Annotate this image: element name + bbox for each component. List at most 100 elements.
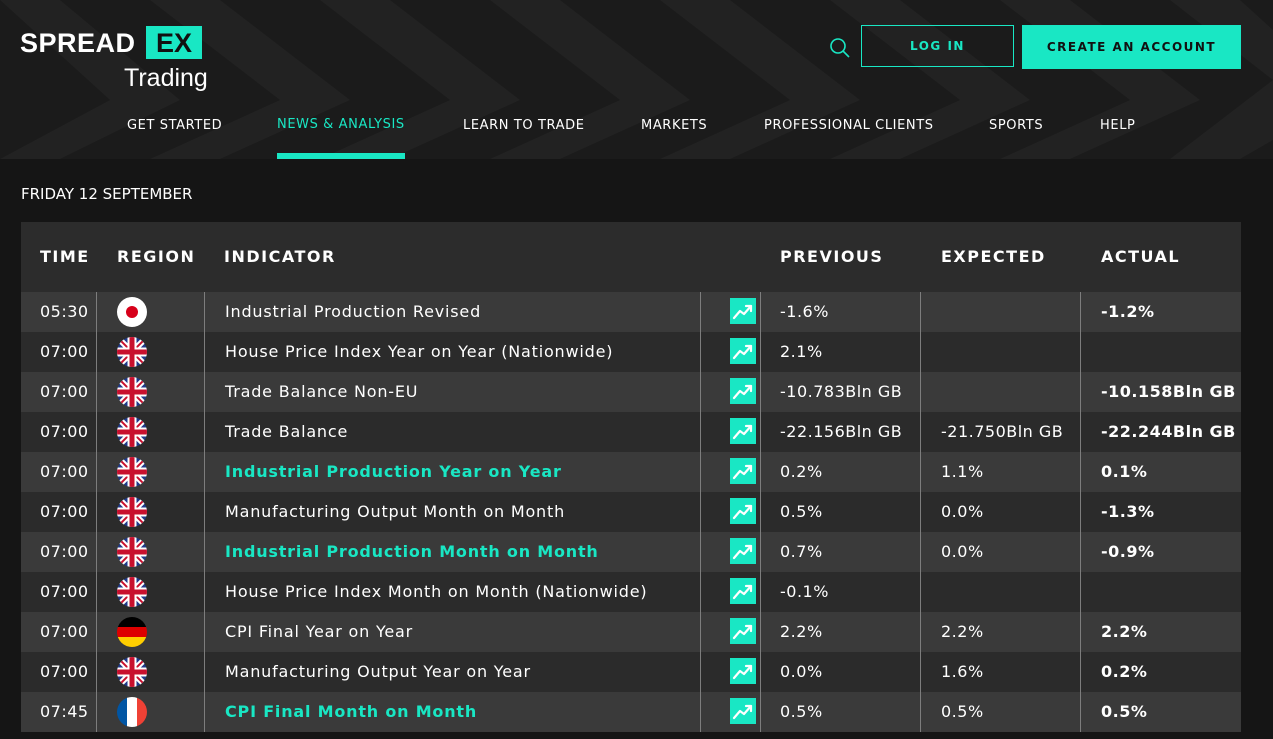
nav-learn-to-trade[interactable]: LEARN TO TRADE — [463, 118, 585, 133]
row-previous: 0.7% — [780, 542, 823, 561]
row-indicator[interactable]: Industrial Production Year on Year — [225, 452, 562, 492]
row-time: 07:00 — [40, 382, 89, 401]
row-indicator[interactable]: Industrial Production Month on Month — [225, 532, 599, 572]
column-divider — [96, 492, 97, 532]
column-divider — [920, 572, 921, 612]
column-divider — [204, 452, 205, 492]
row-indicator[interactable]: Manufacturing Output Year on Year — [225, 652, 531, 692]
uk-flag-icon — [117, 532, 157, 572]
table-body: 05:30 Industrial Production Revised -1.6… — [21, 292, 1241, 732]
login-button[interactable]: LOG IN — [861, 25, 1014, 67]
row-previous: -22.156Bln GB — [780, 422, 903, 441]
logo-wordmark: SPREAD — [20, 28, 136, 58]
chart-trend-icon[interactable] — [730, 498, 756, 526]
table-row[interactable]: 07:00 Industrial Production Month on Mon… — [21, 532, 1241, 572]
row-indicator[interactable]: House Price Index Year on Year (Nationwi… — [225, 332, 613, 372]
row-time: 07:00 — [40, 422, 89, 441]
column-divider — [204, 612, 205, 652]
create-account-button[interactable]: CREATE AN ACCOUNT — [1022, 25, 1241, 69]
column-divider — [920, 532, 921, 572]
row-indicator[interactable]: Manufacturing Output Month on Month — [225, 492, 565, 532]
table-row[interactable]: 07:00 Manufacturing Output Month on Mont… — [21, 492, 1241, 532]
column-divider — [920, 492, 921, 532]
column-divider — [700, 692, 701, 732]
column-divider — [700, 492, 701, 532]
row-time: 05:30 — [40, 302, 89, 321]
row-indicator[interactable]: House Price Index Month on Month (Nation… — [225, 572, 647, 612]
column-divider — [96, 292, 97, 332]
column-divider — [96, 692, 97, 732]
column-divider — [1080, 652, 1081, 692]
chart-trend-icon[interactable] — [730, 418, 756, 446]
column-divider — [700, 612, 701, 652]
table-row[interactable]: 05:30 Industrial Production Revised -1.6… — [21, 292, 1241, 332]
chart-trend-icon[interactable] — [730, 338, 756, 366]
nav-help[interactable]: HELP — [1100, 118, 1135, 133]
nav-get-started[interactable]: GET STARTED — [127, 118, 222, 133]
uk-flag-icon — [117, 452, 157, 492]
chart-trend-icon[interactable] — [730, 458, 756, 486]
chart-trend-icon[interactable] — [730, 698, 756, 726]
uk-flag-icon — [117, 332, 157, 372]
row-indicator[interactable]: Industrial Production Revised — [225, 292, 481, 332]
table-row[interactable]: 07:00 Trade Balance -22.156Bln GB -21.75… — [21, 412, 1241, 452]
row-previous: 2.1% — [780, 342, 823, 361]
column-divider — [204, 572, 205, 612]
column-divider — [760, 452, 761, 492]
row-indicator[interactable]: CPI Final Month on Month — [225, 692, 477, 732]
logo-subtitle: Trading — [124, 64, 208, 92]
row-time: 07:45 — [40, 702, 89, 721]
table-row[interactable]: 07:00 Industrial Production Year on Year… — [21, 452, 1241, 492]
column-divider — [920, 372, 921, 412]
nav-professional-clients[interactable]: PROFESSIONAL CLIENTS — [764, 118, 934, 133]
search-icon[interactable] — [829, 37, 851, 59]
chart-trend-icon[interactable] — [730, 538, 756, 566]
column-divider — [760, 292, 761, 332]
table-row[interactable]: 07:45 CPI Final Month on Month 0.5% 0.5%… — [21, 692, 1241, 732]
row-indicator[interactable]: CPI Final Year on Year — [225, 612, 413, 652]
table-row[interactable]: 07:00 Manufacturing Output Year on Year … — [21, 652, 1241, 692]
column-divider — [920, 692, 921, 732]
row-actual: -10.158Bln GB — [1101, 382, 1236, 401]
germany-flag-icon — [117, 612, 157, 652]
column-divider — [700, 292, 701, 332]
row-expected: 1.6% — [941, 662, 984, 681]
spreadex-logo[interactable]: SPREAD EX Trading — [20, 26, 220, 96]
table-row[interactable]: 07:00 House Price Index Year on Year (Na… — [21, 332, 1241, 372]
row-previous: 2.2% — [780, 622, 823, 641]
row-previous: 0.5% — [780, 502, 823, 521]
column-divider — [96, 332, 97, 372]
column-divider — [1080, 492, 1081, 532]
chart-trend-icon[interactable] — [730, 298, 756, 326]
row-previous: 0.2% — [780, 462, 823, 481]
chart-trend-icon[interactable] — [730, 378, 756, 406]
row-indicator[interactable]: Trade Balance — [225, 412, 348, 452]
main-nav: GET STARTED NEWS & ANALYSIS LEARN TO TRA… — [0, 110, 1273, 159]
column-divider — [700, 652, 701, 692]
row-actual: 2.2% — [1101, 622, 1148, 641]
row-previous: 0.0% — [780, 662, 823, 681]
active-nav-indicator — [277, 153, 405, 159]
header-region: REGION — [117, 247, 196, 266]
column-divider — [204, 652, 205, 692]
france-flag-icon — [117, 692, 157, 732]
nav-sports[interactable]: SPORTS — [989, 118, 1043, 133]
table-row[interactable]: 07:00 CPI Final Year on Year 2.2% 2.2% 2… — [21, 612, 1241, 652]
chart-trend-icon[interactable] — [730, 618, 756, 646]
chart-trend-icon[interactable] — [730, 578, 756, 606]
uk-flag-icon — [117, 652, 157, 692]
column-divider — [204, 412, 205, 452]
chart-trend-icon[interactable] — [730, 658, 756, 686]
nav-markets[interactable]: MARKETS — [641, 118, 707, 133]
table-row[interactable]: 07:00 House Price Index Month on Month (… — [21, 572, 1241, 612]
row-indicator[interactable]: Trade Balance Non-EU — [225, 372, 418, 412]
column-divider — [96, 572, 97, 612]
row-expected: 0.5% — [941, 702, 984, 721]
header-actual: ACTUAL — [1101, 247, 1181, 266]
row-actual: -22.244Bln GB — [1101, 422, 1236, 441]
column-divider — [1080, 572, 1081, 612]
column-divider — [700, 532, 701, 572]
nav-news-analysis[interactable]: NEWS & ANALYSIS — [277, 117, 405, 132]
uk-flag-icon — [117, 492, 157, 532]
table-row[interactable]: 07:00 Trade Balance Non-EU -10.783Bln GB… — [21, 372, 1241, 412]
